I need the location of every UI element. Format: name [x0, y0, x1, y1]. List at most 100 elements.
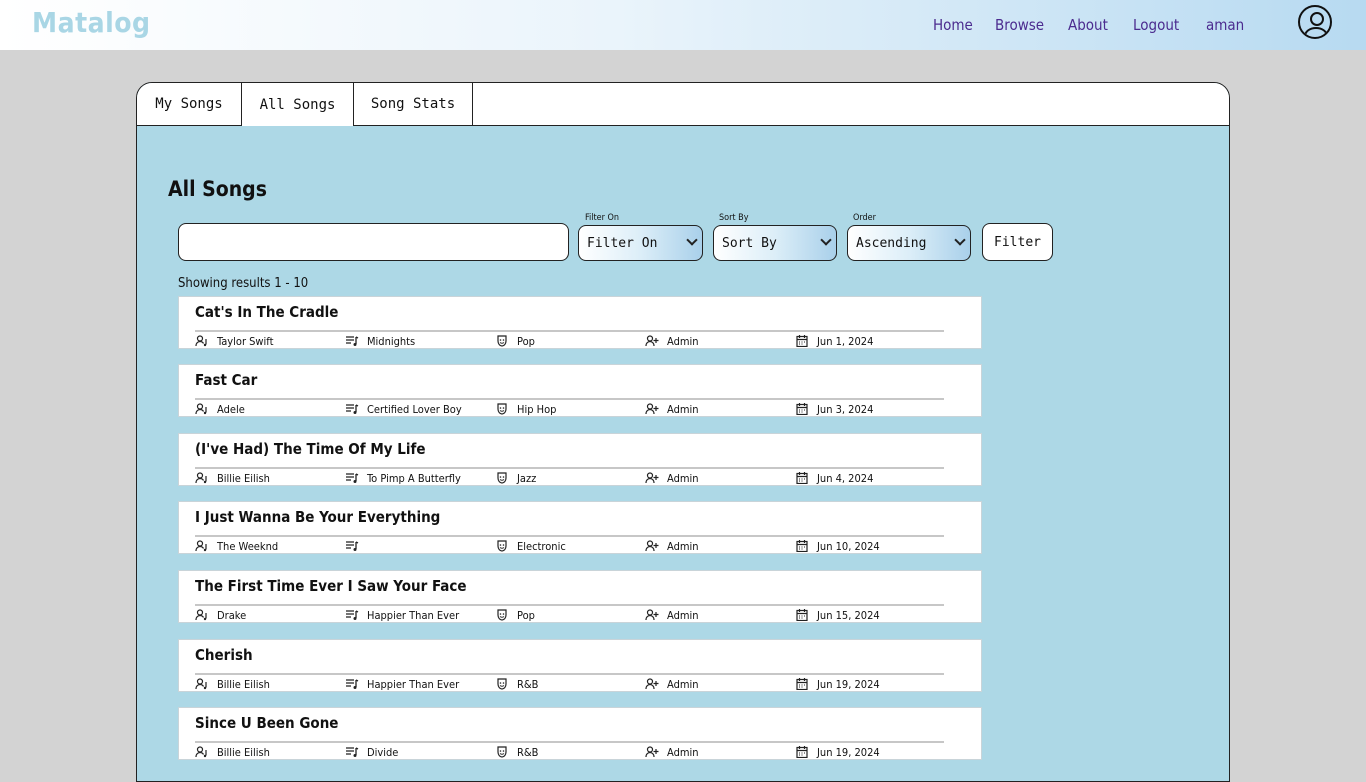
song-album: Certified Lover Boy: [345, 402, 462, 416]
tab-song-stats[interactable]: Song Stats: [354, 83, 473, 125]
sort-by-label: Sort By: [719, 213, 749, 223]
tab-all-songs[interactable]: All Songs: [241, 83, 354, 126]
song-date: Jun 15, 2024: [795, 608, 880, 622]
song-title: Cat's In The Cradle: [195, 303, 339, 321]
song-artist-text: The Weeknd: [217, 539, 279, 553]
song-artist: Billie Eilish: [195, 677, 270, 691]
song-card[interactable]: Cat's In The Cradle Taylor Swift Midnights…: [178, 296, 982, 349]
filter-on-label: Filter On: [585, 213, 620, 223]
song-artist-text: Drake: [217, 608, 247, 622]
song-card[interactable]: (I've Had) The Time Of My Life Billie Eil…: [178, 433, 982, 486]
album-icon: [345, 540, 359, 552]
added-by-icon: [645, 403, 659, 415]
song-album: Happier Than Ever: [345, 677, 459, 691]
added-by-icon: [645, 472, 659, 484]
song-artist: Drake: [195, 608, 246, 622]
calendar-icon: [795, 609, 809, 621]
nav-about[interactable]: About: [1068, 16, 1108, 34]
song-artist-text: Adele: [217, 402, 245, 416]
song-date-text: Jun 1, 2024: [817, 334, 874, 348]
song-artist-text: Billie Eilish: [217, 677, 270, 691]
song-genre: R&B: [495, 745, 538, 759]
song-added-by-text: Admin: [667, 539, 699, 553]
song-date: Jun 19, 2024: [795, 677, 880, 691]
album-icon: [345, 472, 359, 484]
order-select[interactable]: Ascending: [847, 225, 971, 261]
genre-icon: [495, 540, 509, 552]
song-added-by-text: Admin: [667, 471, 699, 485]
song-genre: Pop: [495, 608, 535, 622]
artist-icon: [195, 403, 209, 415]
song-card[interactable]: Fast Car Adele Certified Lover Boy Hip Hop A…: [178, 364, 982, 417]
order-value: Ascending: [856, 235, 927, 251]
nav-home[interactable]: Home: [933, 16, 973, 34]
nav-browse[interactable]: Browse: [995, 16, 1044, 34]
added-by-icon: [645, 540, 659, 552]
divider: [195, 535, 944, 537]
album-icon: [345, 678, 359, 690]
song-album: Divide: [345, 745, 398, 759]
song-title: (I've Had) The Time Of My Life: [195, 440, 426, 458]
album-icon: [345, 609, 359, 621]
brand-logo[interactable]: Matalog: [32, 6, 151, 39]
song-album-text: Certified Lover Boy: [367, 402, 462, 416]
calendar-icon: [795, 746, 809, 758]
song-genre: Electronic: [495, 539, 566, 553]
song-album: Midnights: [345, 334, 415, 348]
song-title: I Just Wanna Be Your Everything: [195, 508, 441, 526]
song-album-text: Midnights: [367, 334, 416, 348]
calendar-icon: [795, 335, 809, 347]
song-artist-text: Billie Eilish: [217, 471, 270, 485]
order-label: Order: [853, 213, 876, 223]
user-circle-icon[interactable]: [1298, 5, 1332, 39]
sort-by-select[interactable]: Sort By: [713, 225, 837, 261]
song-genre-text: R&B: [517, 677, 539, 691]
song-artist: Billie Eilish: [195, 745, 270, 759]
song-added-by-text: Admin: [667, 608, 699, 622]
artist-icon: [195, 609, 209, 621]
divider: [195, 398, 944, 400]
song-genre-text: Jazz: [517, 471, 537, 485]
filter-on-select[interactable]: Filter On: [578, 225, 703, 261]
song-date-text: Jun 15, 2024: [817, 608, 880, 622]
song-added-by: Admin: [645, 471, 699, 485]
tab-my-songs[interactable]: My Songs: [137, 83, 242, 125]
calendar-icon: [795, 540, 809, 552]
song-title: Fast Car: [195, 371, 258, 389]
song-added-by-text: Admin: [667, 402, 699, 416]
artist-icon: [195, 472, 209, 484]
song-date-text: Jun 3, 2024: [817, 402, 874, 416]
song-genre-text: R&B: [517, 745, 539, 759]
song-album: To Pimp A Butterfly: [345, 471, 461, 485]
divider: [195, 330, 944, 332]
song-added-by-text: Admin: [667, 745, 699, 759]
song-date: Jun 1, 2024: [795, 334, 873, 348]
song-artist: Adele: [195, 402, 245, 416]
song-added-by: Admin: [645, 608, 699, 622]
search-input[interactable]: [178, 223, 569, 261]
song-genre: Jazz: [495, 471, 536, 485]
results-count: Showing results 1 - 10: [178, 276, 309, 291]
filter-button[interactable]: Filter: [982, 223, 1053, 261]
song-card[interactable]: Cherish Billie Eilish Happier Than Ever R&B…: [178, 639, 982, 692]
song-artist-text: Billie Eilish: [217, 745, 270, 759]
added-by-icon: [645, 609, 659, 621]
song-card[interactable]: The First Time Ever I Saw Your Face Drake…: [178, 570, 982, 623]
songs-panel: My Songs All Songs Song Stats All Songs …: [136, 82, 1230, 782]
genre-icon: [495, 472, 509, 484]
nav-logout[interactable]: Logout: [1133, 16, 1179, 34]
divider: [195, 673, 944, 675]
song-genre-text: Pop: [517, 608, 535, 622]
song-added-by: Admin: [645, 334, 699, 348]
song-genre: R&B: [495, 677, 538, 691]
song-date-text: Jun 10, 2024: [817, 539, 880, 553]
song-title: The First Time Ever I Saw Your Face: [195, 577, 467, 595]
song-card[interactable]: I Just Wanna Be Your Everything The Weekn…: [178, 501, 982, 554]
song-added-by: Admin: [645, 677, 699, 691]
tab-strip: My Songs All Songs Song Stats: [137, 83, 1229, 126]
song-card[interactable]: Since U Been Gone Billie Eilish Divide R&B A…: [178, 707, 982, 760]
genre-icon: [495, 403, 509, 415]
song-added-by-text: Admin: [667, 334, 699, 348]
artist-icon: [195, 746, 209, 758]
nav-username[interactable]: aman: [1206, 16, 1244, 34]
